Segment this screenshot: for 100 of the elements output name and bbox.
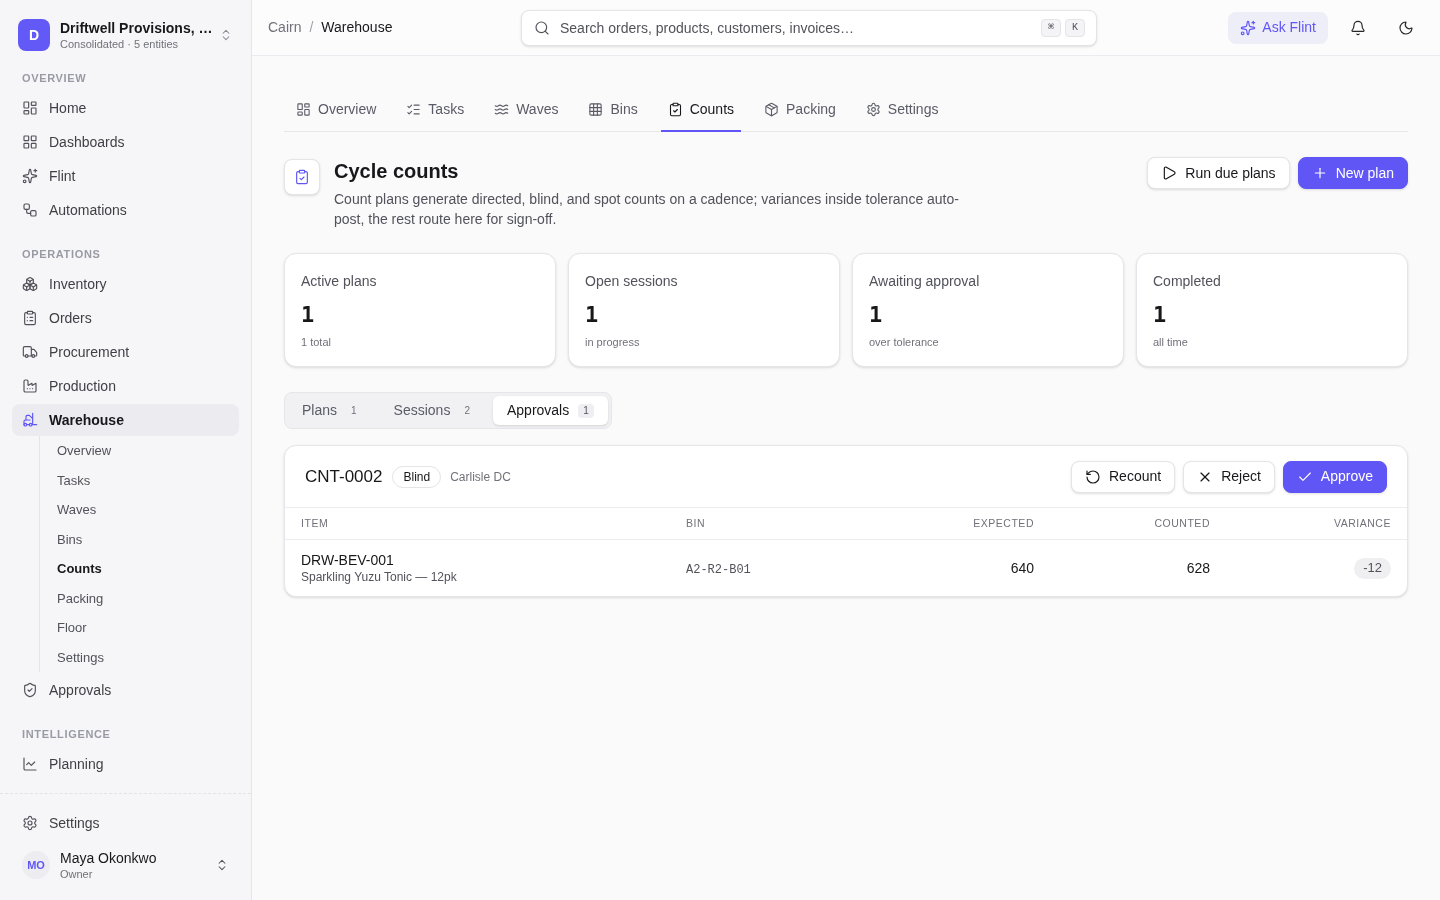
subnav-item[interactable]: Waves xyxy=(57,495,239,525)
settings-nav-item[interactable]: Settings xyxy=(12,807,239,839)
item-description: Sparkling Yuzu Tonic — 12pk xyxy=(301,569,458,585)
column-header: VARIANCE xyxy=(1332,515,1391,531)
subnav-item[interactable]: Counts xyxy=(57,554,239,584)
nav-item[interactable]: Dashboards xyxy=(12,126,239,158)
user-avatar[interactable]: MO xyxy=(22,851,50,879)
tab[interactable]: Overview xyxy=(289,88,384,132)
stat-value: 1 xyxy=(869,301,884,329)
nav-item[interactable]: Production xyxy=(12,370,239,402)
shield-check-icon xyxy=(22,682,38,698)
count-label: 1 xyxy=(350,403,358,418)
tab[interactable]: Bins xyxy=(581,88,645,132)
card-action-button[interactable]: Reject xyxy=(1183,460,1275,493)
grid-icon xyxy=(22,134,38,150)
stat-note: all time xyxy=(1153,335,1189,349)
page-action-button[interactable]: New plan xyxy=(1297,157,1408,189)
count-label: 2 xyxy=(463,403,471,418)
subnav-item[interactable]: Tasks xyxy=(57,465,239,495)
clipboard-check-icon xyxy=(667,101,683,117)
tab[interactable]: Packing xyxy=(757,88,843,132)
breadcrumb-link[interactable]: Warehouse xyxy=(321,17,393,38)
subnav-item[interactable]: Bins xyxy=(57,524,239,554)
page-title: Cycle counts xyxy=(334,159,460,184)
moon-icon xyxy=(1398,19,1414,36)
column-header: BIN xyxy=(686,515,707,531)
stat-label: Open sessions xyxy=(585,272,679,291)
stat-value: 1 xyxy=(1153,301,1168,329)
section-heading: INTELLIGENCE xyxy=(21,726,112,742)
bell-icon xyxy=(1350,19,1366,36)
user-role: Owner xyxy=(60,867,94,881)
column-header: EXPECTED xyxy=(972,515,1034,531)
tab[interactable]: Settings xyxy=(858,88,946,132)
layout-icon xyxy=(22,100,38,116)
clipboard-icon xyxy=(22,310,38,326)
boxes-icon xyxy=(22,276,38,292)
subnav-item[interactable]: Overview xyxy=(57,436,239,466)
stat-note: in progress xyxy=(585,335,641,349)
subnav-item[interactable]: Floor xyxy=(57,613,239,643)
stat-note: over tolerance xyxy=(869,335,940,349)
nav-item[interactable]: Inventory xyxy=(12,268,239,300)
checklist-icon xyxy=(406,101,422,117)
count-badge: 1 xyxy=(578,403,594,418)
search-icon xyxy=(534,19,550,36)
page-action-button[interactable]: Run due plans xyxy=(1147,157,1290,189)
clipboard-check-icon xyxy=(284,159,320,195)
nav-item[interactable]: Procurement xyxy=(12,336,239,368)
location-label: Carlisle DC xyxy=(450,468,511,486)
settings-icon xyxy=(865,101,881,117)
stat-label: Active plans xyxy=(301,272,378,291)
sparkle-icon xyxy=(1240,19,1257,36)
stat-label: Awaiting approval xyxy=(869,272,981,291)
bin-code: A2-R2-B01 xyxy=(686,563,751,577)
tab[interactable]: Tasks xyxy=(399,88,472,132)
nav-item[interactable]: Orders xyxy=(12,302,239,334)
org-avatar: D xyxy=(18,19,50,51)
workflow-icon xyxy=(22,202,38,218)
breadcrumb-link[interactable]: Cairn xyxy=(268,17,302,38)
truck-icon xyxy=(22,344,38,360)
subnav-item[interactable]: Settings xyxy=(57,642,239,672)
tab[interactable]: Waves xyxy=(487,88,566,132)
item-sku: DRW-BEV-001 xyxy=(301,551,395,569)
ask-flint-button[interactable]: Ask Flint xyxy=(1228,11,1328,44)
line-chart-icon xyxy=(22,756,38,772)
grid-icon xyxy=(588,101,604,117)
nav-item[interactable]: Flint xyxy=(12,160,239,192)
nav-item[interactable]: Automations xyxy=(12,194,239,226)
section-heading: OPERATIONS xyxy=(21,246,102,262)
table-cell: 640 xyxy=(1010,560,1034,576)
segment-tab[interactable]: Sessions 2 xyxy=(379,396,489,425)
stat-label: Completed xyxy=(1153,272,1222,291)
nav-item[interactable]: Approvals xyxy=(12,674,239,706)
column-header: ITEM xyxy=(301,515,330,531)
rotate-icon xyxy=(1085,468,1101,485)
nav-item[interactable]: Planning xyxy=(12,748,239,780)
variance-pill: -12 xyxy=(1354,557,1391,579)
nav-item[interactable]: Home xyxy=(12,92,239,124)
page-description: Count plans generate directed, blind, and spot counts on a cadence; variances inside tolerance auto-post, the rest route here for sign-off. xyxy=(334,190,960,229)
breadcrumb-separator: / xyxy=(309,18,314,37)
layout-icon xyxy=(296,101,311,117)
user-name: Maya Okonkwo xyxy=(60,849,158,867)
stat-note: 1 total xyxy=(301,335,332,349)
card-action-button[interactable]: Approve xyxy=(1282,460,1387,493)
play-icon xyxy=(1161,165,1178,181)
org-name: Driftwell Provisions, … xyxy=(60,19,209,37)
org-subtitle: Consolidated · 5 entities xyxy=(60,37,179,51)
stat-value: 1 xyxy=(301,301,316,329)
package-icon xyxy=(764,101,780,117)
segment-tab[interactable]: Approvals 1 xyxy=(492,396,608,425)
tab[interactable]: Counts xyxy=(660,88,742,132)
section-heading: OVERVIEW xyxy=(21,70,88,86)
count-id: CNT-0002 xyxy=(305,465,383,488)
subnav-item[interactable]: Packing xyxy=(57,583,239,613)
stat-value: 1 xyxy=(585,301,600,329)
card-action-button[interactable]: Recount xyxy=(1071,460,1176,493)
segment-tab[interactable]: Plans 1 xyxy=(288,396,376,425)
nav-item[interactable]: Warehouse xyxy=(12,404,239,436)
forklift-icon xyxy=(22,412,38,428)
settings-icon xyxy=(22,815,38,831)
table-cell: 628 xyxy=(1186,560,1210,576)
